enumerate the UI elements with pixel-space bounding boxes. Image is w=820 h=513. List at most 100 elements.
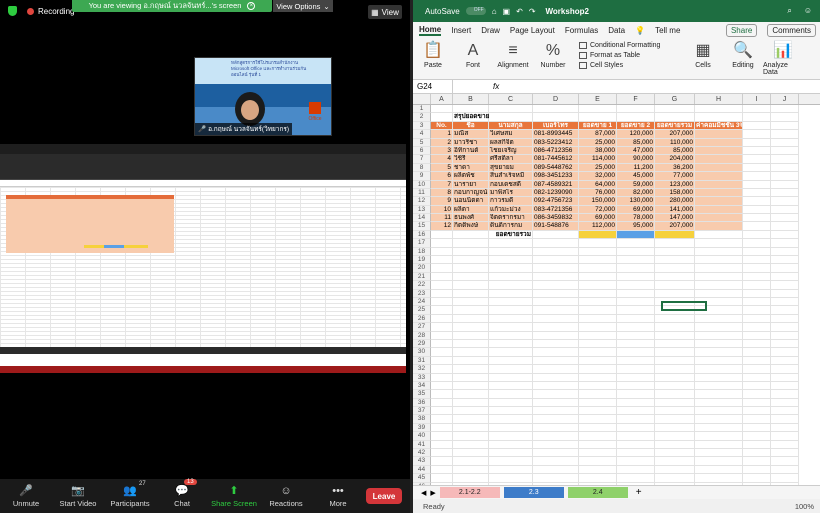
- cell[interactable]: [431, 440, 453, 450]
- cell[interactable]: [771, 105, 799, 114]
- cell[interactable]: [579, 440, 617, 450]
- chat-button[interactable]: 💬 13 Chat: [156, 478, 208, 508]
- cell[interactable]: 158,000: [655, 188, 695, 198]
- cell[interactable]: [743, 214, 771, 223]
- unmute-button[interactable]: 🎤 Unmute: [0, 485, 52, 508]
- cell[interactable]: [533, 407, 579, 416]
- row-header[interactable]: 4: [413, 130, 431, 139]
- cells-button[interactable]: ▦ Cells: [683, 42, 723, 69]
- cell[interactable]: [617, 264, 655, 273]
- cell[interactable]: [489, 264, 533, 273]
- cell[interactable]: [771, 423, 799, 433]
- cell[interactable]: [489, 398, 533, 408]
- cell[interactable]: 112,000: [579, 222, 617, 231]
- share-screen-button[interactable]: ⬆ Share Screen: [208, 485, 260, 508]
- row-header[interactable]: 45: [413, 474, 431, 483]
- cell[interactable]: [771, 172, 799, 181]
- cell[interactable]: [655, 348, 695, 357]
- cell[interactable]: [533, 113, 579, 122]
- cell[interactable]: 087-4589321: [533, 180, 579, 189]
- cell[interactable]: [617, 381, 655, 391]
- cell[interactable]: [579, 373, 617, 382]
- cell[interactable]: [617, 465, 655, 475]
- cell[interactable]: [453, 230, 489, 240]
- row-header[interactable]: 7: [413, 155, 431, 164]
- cell[interactable]: [489, 356, 533, 366]
- cell[interactable]: [695, 381, 743, 391]
- cell[interactable]: [579, 297, 617, 307]
- cell[interactable]: [533, 247, 579, 257]
- cell[interactable]: [655, 256, 695, 265]
- cell[interactable]: [771, 247, 799, 257]
- cell[interactable]: [695, 155, 743, 164]
- cell[interactable]: [771, 197, 799, 206]
- cell[interactable]: [743, 465, 771, 475]
- cell[interactable]: ชาดา: [453, 163, 489, 173]
- cell[interactable]: 2: [431, 138, 453, 147]
- cell[interactable]: กอบกาญจน์: [453, 188, 489, 198]
- tab-data[interactable]: Data: [608, 26, 625, 35]
- view-button[interactable]: ▦ View: [368, 5, 402, 19]
- add-sheet-icon[interactable]: +: [636, 487, 642, 498]
- row-header[interactable]: 18: [413, 247, 431, 257]
- cell[interactable]: 9: [431, 197, 453, 206]
- tab-formulas[interactable]: Formulas: [565, 26, 598, 35]
- cell[interactable]: [655, 105, 695, 114]
- more-button[interactable]: ••• More: [312, 485, 364, 508]
- cell[interactable]: 204,000: [655, 155, 695, 164]
- cell[interactable]: [431, 457, 453, 466]
- cell[interactable]: [489, 239, 533, 248]
- cell[interactable]: 6: [431, 172, 453, 181]
- cell[interactable]: [453, 272, 489, 282]
- cell[interactable]: 098-3451233: [533, 172, 579, 181]
- row-header[interactable]: 42: [413, 449, 431, 458]
- row-header[interactable]: 6: [413, 146, 431, 156]
- cell[interactable]: [453, 339, 489, 349]
- cell[interactable]: [695, 138, 743, 147]
- cell[interactable]: [695, 348, 743, 357]
- cell[interactable]: 10: [431, 205, 453, 215]
- cell[interactable]: ยอดขายรวม: [655, 121, 695, 131]
- cell[interactable]: 086-3459832: [533, 214, 579, 223]
- cell[interactable]: 45,000: [617, 172, 655, 181]
- cell[interactable]: [431, 306, 453, 315]
- cell[interactable]: [489, 465, 533, 475]
- cell[interactable]: [695, 331, 743, 340]
- cell[interactable]: [743, 474, 771, 483]
- cell[interactable]: [533, 390, 579, 399]
- row-header[interactable]: 37: [413, 407, 431, 416]
- cell[interactable]: [743, 289, 771, 298]
- cell[interactable]: นอนนิตดา: [453, 197, 489, 206]
- cell[interactable]: [431, 407, 453, 416]
- cell[interactable]: [695, 297, 743, 307]
- cell[interactable]: [579, 432, 617, 441]
- cell[interactable]: [655, 297, 695, 307]
- cell[interactable]: [533, 449, 579, 458]
- cell[interactable]: [431, 423, 453, 433]
- cell[interactable]: 083-5223412: [533, 138, 579, 147]
- cell[interactable]: [655, 247, 695, 257]
- cell[interactable]: [453, 256, 489, 265]
- cell[interactable]: วิชิรี: [453, 155, 489, 164]
- cell[interactable]: [431, 381, 453, 391]
- cell[interactable]: [533, 331, 579, 340]
- cell[interactable]: [453, 465, 489, 475]
- cell[interactable]: 123,000: [655, 180, 695, 189]
- cell[interactable]: [695, 398, 743, 408]
- cell[interactable]: [431, 432, 453, 441]
- cell[interactable]: [533, 474, 579, 483]
- cell[interactable]: 64,000: [579, 180, 617, 189]
- cell[interactable]: [655, 423, 695, 433]
- cell[interactable]: [431, 373, 453, 382]
- cell[interactable]: 85,000: [655, 146, 695, 156]
- cell[interactable]: [695, 423, 743, 433]
- cell[interactable]: [743, 105, 771, 114]
- cell[interactable]: [489, 432, 533, 441]
- cell[interactable]: [453, 457, 489, 466]
- cell[interactable]: [489, 415, 533, 424]
- cell[interactable]: [579, 247, 617, 257]
- cell[interactable]: [771, 474, 799, 483]
- column-header[interactable]: I: [743, 94, 771, 104]
- cell[interactable]: [771, 331, 799, 340]
- cell[interactable]: [579, 457, 617, 466]
